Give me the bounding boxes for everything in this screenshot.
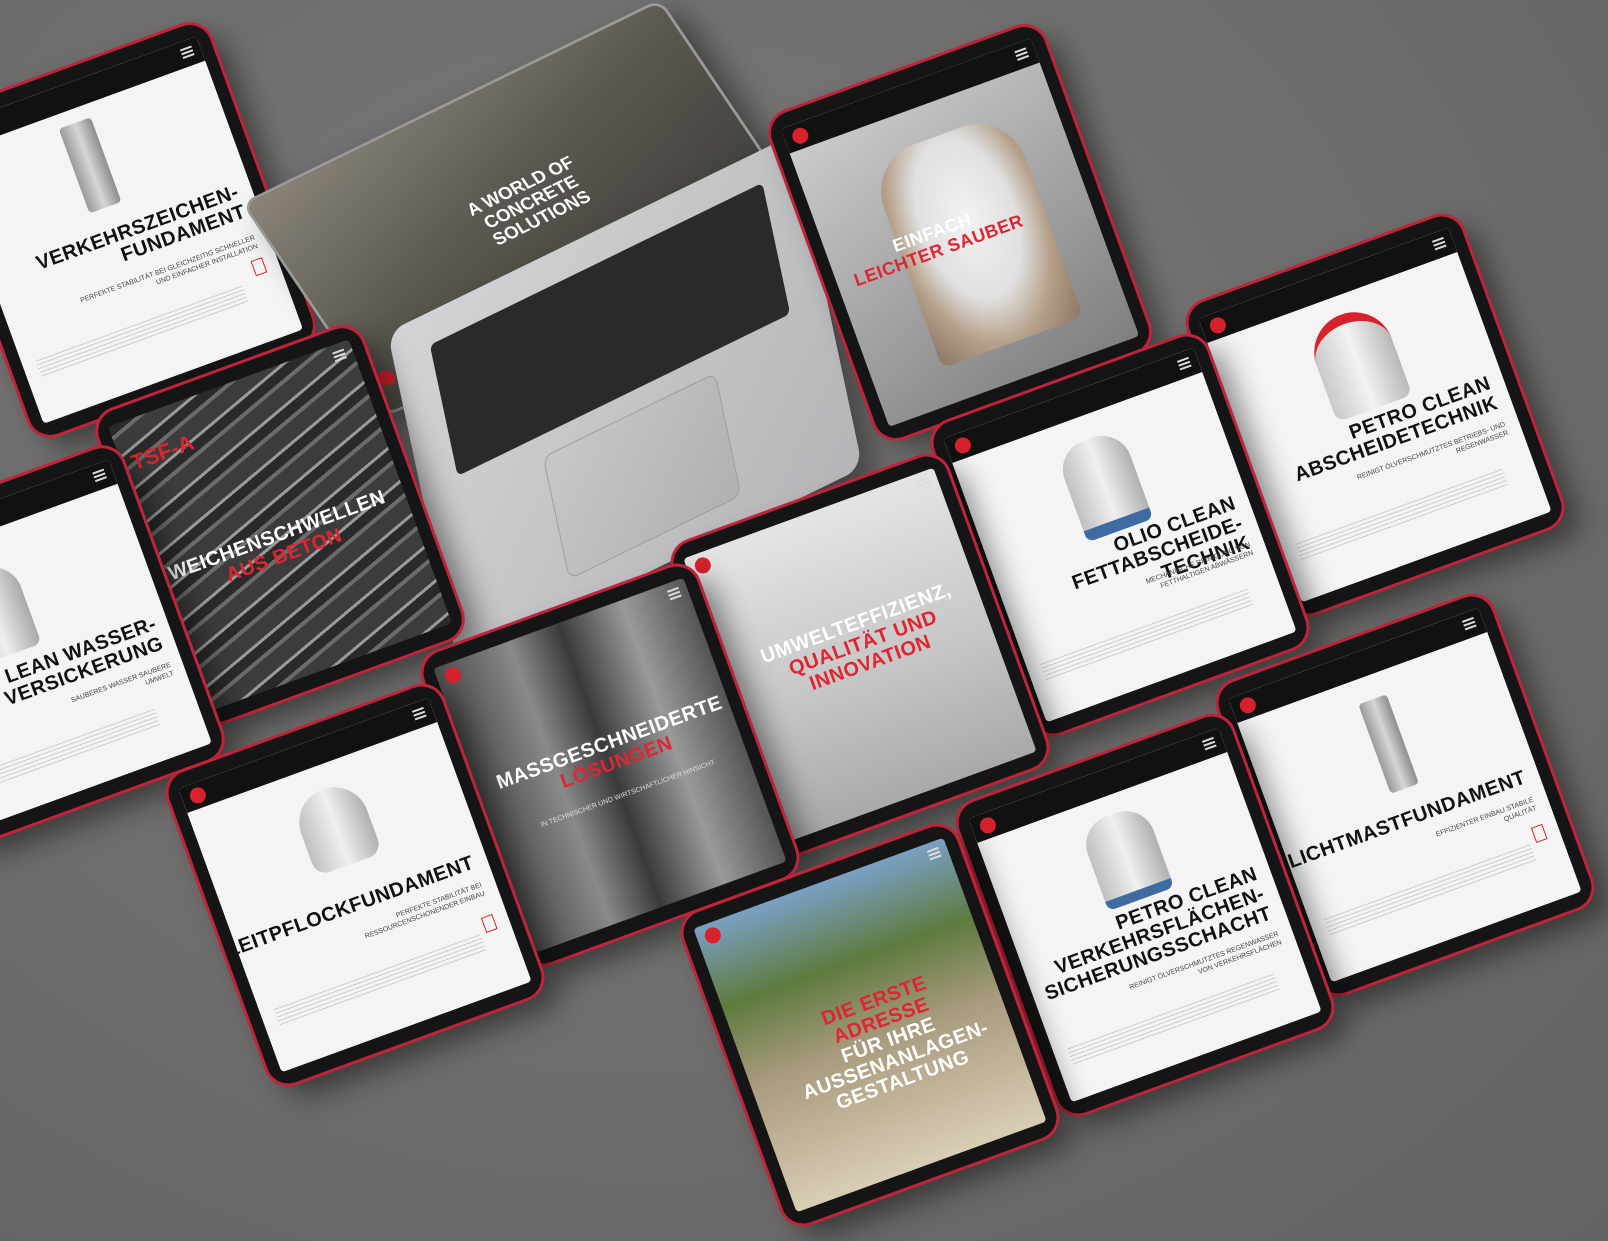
menu-icon[interactable] [1176, 356, 1192, 371]
menu-icon[interactable] [332, 348, 347, 363]
brand-logo-icon[interactable] [187, 785, 209, 806]
body-text [1323, 844, 1537, 937]
menu-icon[interactable] [926, 846, 942, 861]
product-image [0, 558, 42, 668]
tablet-topbar [0, 459, 118, 572]
hero-headline: UMWELTEFFIZIENZ, QUALITÄT UND INNOVATION [757, 578, 955, 696]
menu-icon[interactable] [1431, 236, 1447, 251]
tablet-topbar [0, 36, 206, 156]
menu-icon[interactable] [1461, 616, 1477, 631]
brand-logo-icon[interactable] [442, 665, 464, 686]
pdf-icon[interactable] [250, 257, 268, 277]
desk-background: VERKEHRSZEICHEN- FUNDAMENT PERFEKTE STABI… [0, 0, 1608, 1241]
pdf-icon[interactable] [480, 913, 498, 933]
menu-icon[interactable] [916, 476, 932, 491]
body-text [0, 708, 161, 794]
product-image [1077, 802, 1175, 912]
menu-icon[interactable] [92, 468, 107, 483]
body-text [273, 934, 487, 1027]
product-image [289, 777, 383, 877]
product-image [58, 117, 122, 214]
pdf-icon[interactable] [1530, 823, 1548, 843]
menu-icon[interactable] [179, 45, 195, 60]
brand-logo-icon[interactable] [977, 815, 999, 836]
body-text [1295, 468, 1509, 561]
menu-icon[interactable] [1201, 736, 1217, 751]
product-image [1358, 694, 1419, 794]
brand-logo-icon[interactable] [1237, 695, 1259, 716]
hero-headline: DIE ERSTE ADRESSE FÜR IHRE AUSSENANLAGEN… [799, 972, 992, 1115]
menu-icon[interactable] [1014, 47, 1030, 61]
hero-headline: WEICHENSCHWELLEN AUS BETON [165, 486, 389, 587]
tsf-badge: TSF-A [127, 429, 198, 476]
body-text [1067, 973, 1280, 1066]
menu-icon[interactable] [411, 706, 427, 721]
menu-icon[interactable] [666, 586, 682, 601]
brand-logo-icon[interactable] [1207, 315, 1229, 336]
brand-logo-icon[interactable] [692, 555, 714, 576]
body-text [35, 285, 249, 378]
brand-logo-icon[interactable] [790, 125, 811, 147]
brand-logo-icon[interactable] [952, 435, 974, 456]
brand-logo-icon[interactable] [702, 925, 724, 946]
